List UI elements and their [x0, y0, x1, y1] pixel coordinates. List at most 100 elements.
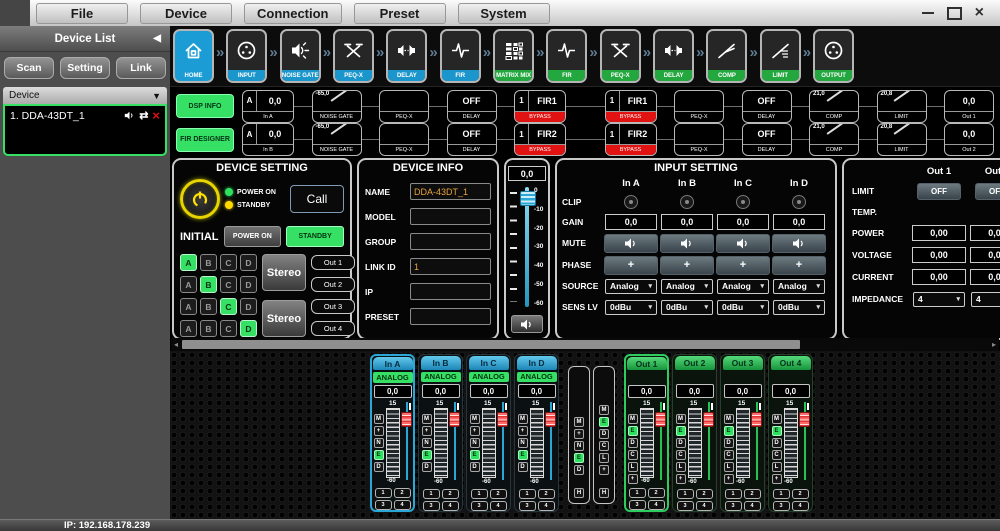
- chain-noise-gate-block[interactable]: -65,0 NOISE GATE: [312, 90, 362, 123]
- out-2-button[interactable]: Out 2: [311, 277, 355, 292]
- strip-gain-value[interactable]: 0,0: [422, 384, 460, 398]
- chain-limit-block[interactable]: 20,8 LIMIT: [877, 90, 927, 123]
- delay-button[interactable]: D: [574, 465, 584, 475]
- route-1-button[interactable]: 1: [471, 489, 488, 499]
- limit-button[interactable]: L: [599, 453, 609, 463]
- strip-gain-value[interactable]: 0,0: [676, 384, 714, 398]
- impedance-select[interactable]: 4▾: [913, 292, 965, 307]
- gain-value[interactable]: 0,0: [717, 214, 769, 230]
- call-button[interactable]: Call: [290, 185, 344, 213]
- toolbar-peq-x-out[interactable]: PEQ-X: [600, 29, 641, 83]
- phase-button[interactable]: +: [628, 474, 638, 484]
- chain-delay-block[interactable]: OFF DELAY: [447, 90, 497, 123]
- noise-gate-button[interactable]: N: [518, 438, 528, 448]
- device-list-item[interactable]: 1. DDA-43DT_1 ⇄ ×: [3, 104, 167, 156]
- chain-delay-block[interactable]: OFF DELAY: [742, 90, 792, 123]
- matrix-cell-c[interactable]: C: [220, 254, 237, 271]
- eq-button[interactable]: E: [772, 426, 782, 436]
- fader-track[interactable]: [401, 399, 412, 485]
- mute-button[interactable]: M: [422, 414, 432, 424]
- power-button[interactable]: [180, 179, 220, 219]
- comp-button[interactable]: C: [676, 450, 686, 460]
- matrix-cell-d[interactable]: D: [240, 254, 257, 271]
- route-2-button[interactable]: 2: [744, 489, 761, 499]
- mute-button[interactable]: M: [574, 417, 584, 427]
- link-all-button[interactable]: H: [599, 488, 609, 498]
- menu-system[interactable]: System: [458, 3, 550, 24]
- link-id-field[interactable]: 1: [410, 258, 491, 275]
- fader-track[interactable]: [799, 399, 810, 485]
- route-3-button[interactable]: 3: [375, 500, 392, 510]
- toolbar-fir-in[interactable]: FIR: [440, 29, 481, 83]
- strip-header[interactable]: Out 3: [723, 356, 763, 370]
- strip-header[interactable]: Out 1: [627, 357, 667, 370]
- chain-input-block[interactable]: A0,0 In A: [242, 90, 294, 123]
- route-4-button[interactable]: 4: [696, 501, 713, 511]
- matrix-cell-a[interactable]: A: [180, 254, 197, 271]
- fader-handle[interactable]: [449, 412, 460, 427]
- menu-file[interactable]: File: [36, 3, 128, 24]
- chain-delay-block[interactable]: OFF DELAY: [447, 123, 497, 156]
- mute-button[interactable]: M: [724, 414, 734, 424]
- route-1-button[interactable]: 1: [375, 488, 392, 498]
- route-4-button[interactable]: 4: [442, 501, 459, 511]
- scroll-left-icon[interactable]: ◂: [171, 340, 181, 349]
- chain-limit-block[interactable]: 20,8 LIMIT: [877, 123, 927, 156]
- device-dropdown[interactable]: Device ▼: [3, 87, 167, 104]
- sens-lv-select[interactable]: 0dBu▾: [661, 300, 713, 315]
- fader-track[interactable]: [751, 399, 762, 485]
- matrix-cell-c[interactable]: C: [220, 320, 237, 337]
- master-mute-button[interactable]: [511, 315, 543, 333]
- fader-handle[interactable]: [497, 412, 508, 427]
- sens-lv-select[interactable]: 0dBu▾: [717, 300, 769, 315]
- phase-button[interactable]: +: [518, 426, 528, 436]
- comp-button[interactable]: C: [724, 450, 734, 460]
- scan-button[interactable]: Scan: [4, 57, 54, 79]
- toolbar-input[interactable]: INPUT: [226, 29, 267, 83]
- collapse-arrow-icon[interactable]: ◀: [153, 33, 161, 44]
- phase-button[interactable]: +: [599, 465, 609, 475]
- route-2-button[interactable]: 2: [648, 488, 665, 498]
- limit-button[interactable]: L: [628, 462, 638, 472]
- gain-value[interactable]: 0,0: [605, 214, 657, 230]
- comp-button[interactable]: C: [772, 450, 782, 460]
- phase-button[interactable]: +: [604, 256, 658, 275]
- preset-field[interactable]: [410, 308, 491, 325]
- route-1-button[interactable]: 1: [677, 489, 694, 499]
- route-2-button[interactable]: 2: [538, 489, 555, 499]
- phase-button[interactable]: +: [470, 426, 480, 436]
- eq-button[interactable]: E: [374, 450, 384, 460]
- remove-device-icon[interactable]: ×: [152, 111, 160, 121]
- horizontal-scrollbar[interactable]: ◂ ▸: [171, 338, 999, 351]
- matrix-cell-b[interactable]: B: [200, 254, 217, 271]
- matrix-cell-c[interactable]: C: [220, 276, 237, 293]
- delay-button[interactable]: D: [518, 462, 528, 472]
- stereo-link-button[interactable]: Stereo: [262, 254, 306, 291]
- matrix-cell-c[interactable]: C: [220, 298, 237, 315]
- mute-button[interactable]: M: [599, 405, 609, 415]
- chain-output-block[interactable]: 0,0 Out 2: [944, 123, 994, 156]
- dsp-info-button[interactable]: DSP INFO: [176, 94, 234, 118]
- route-4-button[interactable]: 4: [792, 501, 809, 511]
- delay-button[interactable]: D: [599, 429, 609, 439]
- delay-button[interactable]: D: [470, 462, 480, 472]
- fir-designer-button[interactable]: FIR DESIGNER: [176, 128, 234, 152]
- chain-fir-block[interactable]: 1FIR2 BYPASS: [605, 123, 657, 156]
- toolbar-delay-in[interactable]: DELAY: [386, 29, 427, 83]
- eq-button[interactable]: E: [676, 426, 686, 436]
- master-gain-value[interactable]: 0,0: [508, 166, 546, 181]
- mute-button[interactable]: [660, 234, 714, 253]
- strip-header[interactable]: Out 2: [675, 356, 715, 370]
- delay-button[interactable]: D: [628, 438, 638, 448]
- toolbar-peq-x-in[interactable]: PEQ-X: [333, 29, 374, 83]
- model-field[interactable]: [410, 208, 491, 225]
- route-4-button[interactable]: 4: [394, 500, 411, 510]
- matrix-cell-d[interactable]: D: [240, 298, 257, 315]
- eq-button[interactable]: E: [574, 453, 584, 463]
- matrix-cell-b[interactable]: B: [200, 298, 217, 315]
- chain-input-block[interactable]: A0,0 In B: [242, 123, 294, 156]
- route-1-button[interactable]: 1: [519, 489, 536, 499]
- eq-button[interactable]: E: [599, 417, 609, 427]
- phase-button[interactable]: +: [724, 474, 734, 484]
- phase-button[interactable]: +: [422, 426, 432, 436]
